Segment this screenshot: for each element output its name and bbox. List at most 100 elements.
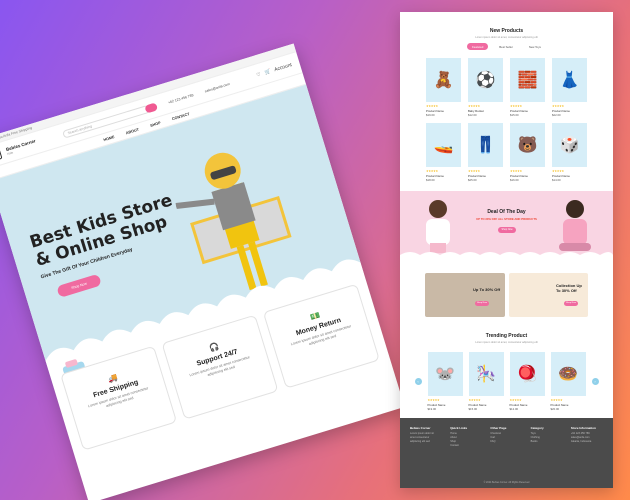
- rating-stars: ★★★★★: [426, 169, 438, 173]
- cart-icon[interactable]: 🛒: [264, 68, 272, 76]
- product-image: 🧱: [510, 58, 545, 102]
- nav-about[interactable]: ABOUT: [125, 127, 139, 135]
- product-tabs: Featured Best Seller New Toys: [400, 43, 613, 50]
- product-card[interactable]: 👖 ★★★★★ Product Name $25.00: [468, 123, 503, 182]
- email-text: sales@anfa.com: [204, 81, 231, 93]
- product-image: 🚤: [426, 123, 461, 167]
- phone-text: +62 123 456 789: [167, 92, 194, 105]
- new-products-title: New Products: [489, 28, 524, 34]
- banner2-text: Collection Up To 30% Off: [556, 283, 582, 293]
- trending-card[interactable]: 🍩 ★★★★★ Product Name $20.00: [550, 352, 586, 411]
- nav-shop[interactable]: SHOP: [150, 120, 161, 127]
- footer-columns: Bebies Corner Lorem ipsum dolor sit amet c…: [410, 426, 603, 448]
- rating-stars: ★★★★★: [468, 104, 480, 108]
- product-image: 👗: [552, 58, 587, 102]
- footer-col-brand: Bebies Corner Lorem ipsum dolor sit amet c…: [410, 426, 442, 448]
- product-image: 🎲: [552, 123, 587, 167]
- copyright-text: © 2024 Bebies Corner. All Rights Reserve…: [483, 481, 530, 484]
- product-image: 👖: [468, 123, 503, 167]
- footer-link[interactable]: Contact: [450, 444, 482, 448]
- logo-icon[interactable]: [0, 148, 3, 162]
- deal-title: Deal Of The Day: [487, 209, 526, 215]
- footer-heading: Other Page: [490, 426, 507, 430]
- rating-stars: ★★★★★: [468, 398, 481, 402]
- trending-carousel: ‹ 🐭 ★★★★★ Product Name $19.00 🎠 ★★★★★ Product…: [400, 352, 613, 411]
- wave-divider: [400, 252, 613, 259]
- product-image: 🪀: [509, 352, 545, 396]
- footer-heading: Quick Links: [450, 426, 468, 430]
- product-price: $15.00: [510, 113, 519, 117]
- product-price: $12.00: [509, 407, 519, 411]
- product-image: 🐭: [427, 352, 463, 396]
- footer-line: Jakarta, Indonesia: [570, 440, 592, 443]
- product-price: $25.00: [468, 178, 477, 182]
- product-card[interactable]: 🚤 ★★★★★ Product Name $18.00: [426, 123, 461, 182]
- product-price: $15.00: [468, 407, 478, 411]
- deal-subtitle: UP TO 30% OFF ALL STORE AND PRODUCTS: [476, 217, 537, 221]
- product-price: $12.00: [468, 113, 477, 117]
- kid-yoga-image: [559, 200, 591, 251]
- header-icons: ♡ 🛒 Account: [256, 62, 293, 78]
- rating-stars: ★★★★★: [468, 169, 480, 173]
- rating-stars: ★★★★★: [552, 104, 564, 108]
- nav-contact[interactable]: CONTACT: [171, 112, 190, 121]
- product-image: 🎠: [468, 352, 504, 396]
- product-image: 🧸: [426, 58, 461, 102]
- promo-banner-1[interactable]: Up To 30% Off Shop Now: [425, 273, 505, 317]
- footer-col-links: Quick Links Home About Shop Contact: [450, 426, 482, 448]
- deal-shop-button[interactable]: Shop Now: [498, 227, 516, 233]
- product-card[interactable]: 🐻 ★★★★★ Product Name $16.00: [510, 123, 545, 182]
- footer-col-category: Category Toys Clothing Books: [531, 426, 563, 448]
- rating-stars: ★★★★★: [426, 104, 438, 108]
- product-image: 🐻: [510, 123, 545, 167]
- rating-stars: ★★★★★: [509, 398, 522, 402]
- rating-stars: ★★★★★: [552, 169, 564, 173]
- tab-featured[interactable]: Featured: [467, 43, 489, 50]
- rating-stars: ★★★★★: [510, 104, 522, 108]
- product-card[interactable]: 🎲 ★★★★★ Product Name $14.00: [552, 123, 587, 182]
- prev-arrow-icon[interactable]: ‹: [414, 378, 422, 385]
- kid-girl-image: [426, 200, 450, 253]
- product-image: ⚽: [468, 58, 503, 102]
- product-price: $18.00: [426, 178, 435, 182]
- footer-col-store: Store Information +62 123 456 789 sales@an…: [571, 426, 603, 448]
- footer-col-pages: Other Page Checkout Cart FAQ: [490, 426, 522, 448]
- trending-title: Trending Product: [485, 333, 528, 339]
- promo-banners: Up To 30% Off Shop Now Collection Up To …: [400, 273, 613, 317]
- product-card[interactable]: ⚽ ★★★★★ Baby Rocket $12.00: [468, 58, 503, 117]
- product-card[interactable]: 🧸 ★★★★★ Product Name $19.00: [426, 58, 461, 117]
- rating-stars: ★★★★★: [427, 398, 440, 402]
- shop-now-button[interactable]: Shop Now: [56, 273, 102, 298]
- product-card[interactable]: 👗 ★★★★★ Product Name $22.00: [552, 58, 587, 117]
- next-arrow-icon[interactable]: ›: [591, 378, 599, 385]
- rating-stars: ★★★★★: [510, 169, 522, 173]
- brand-name[interactable]: Bebies Corner Kids: [5, 138, 37, 157]
- banner1-button[interactable]: Shop Now: [475, 301, 489, 306]
- search-button[interactable]: [143, 101, 158, 114]
- footer-line: adipiscing elit sed: [410, 440, 430, 443]
- trending-card[interactable]: 🪀 ★★★★★ Product Name $12.00: [509, 352, 545, 411]
- tab-best-seller[interactable]: Best Seller: [494, 43, 518, 50]
- tab-new-toys[interactable]: New Toys: [524, 43, 546, 50]
- product-price: $14.00: [552, 178, 561, 182]
- product-card[interactable]: 🧱 ★★★★★ Product Name $15.00: [510, 58, 545, 117]
- footer-heading: Store Information: [570, 426, 596, 430]
- product-price: $19.00: [427, 407, 437, 411]
- account-link[interactable]: Account: [273, 62, 292, 73]
- product-price: $16.00: [510, 178, 519, 182]
- product-price: $20.00: [550, 407, 560, 411]
- trending-card[interactable]: 🐭 ★★★★★ Product Name $19.00: [427, 352, 463, 411]
- homepage-mockup: Welcome to Anfa Free Shipping Bebies Cor…: [0, 43, 405, 500]
- site-footer: Bebies Corner Lorem ipsum dolor sit amet c…: [400, 418, 613, 488]
- footer-link[interactable]: FAQ: [490, 440, 522, 444]
- promo-banner-2[interactable]: Collection Up To 30% Off Shop Now: [508, 273, 588, 317]
- rating-stars: ★★★★★: [550, 398, 563, 402]
- footer-heading: Bebies Corner: [410, 426, 431, 430]
- trending-desc: Lorem ipsum dolor sit amet, consectetur …: [475, 341, 538, 344]
- banner2-button[interactable]: Shop Now: [564, 301, 578, 306]
- product-image: 🍩: [550, 352, 586, 396]
- footer-link[interactable]: Books: [531, 440, 563, 444]
- nav-home[interactable]: HOME: [103, 135, 115, 142]
- trending-card[interactable]: 🎠 ★★★★★ Product Name $15.00: [468, 352, 504, 411]
- wishlist-icon[interactable]: ♡: [256, 71, 262, 78]
